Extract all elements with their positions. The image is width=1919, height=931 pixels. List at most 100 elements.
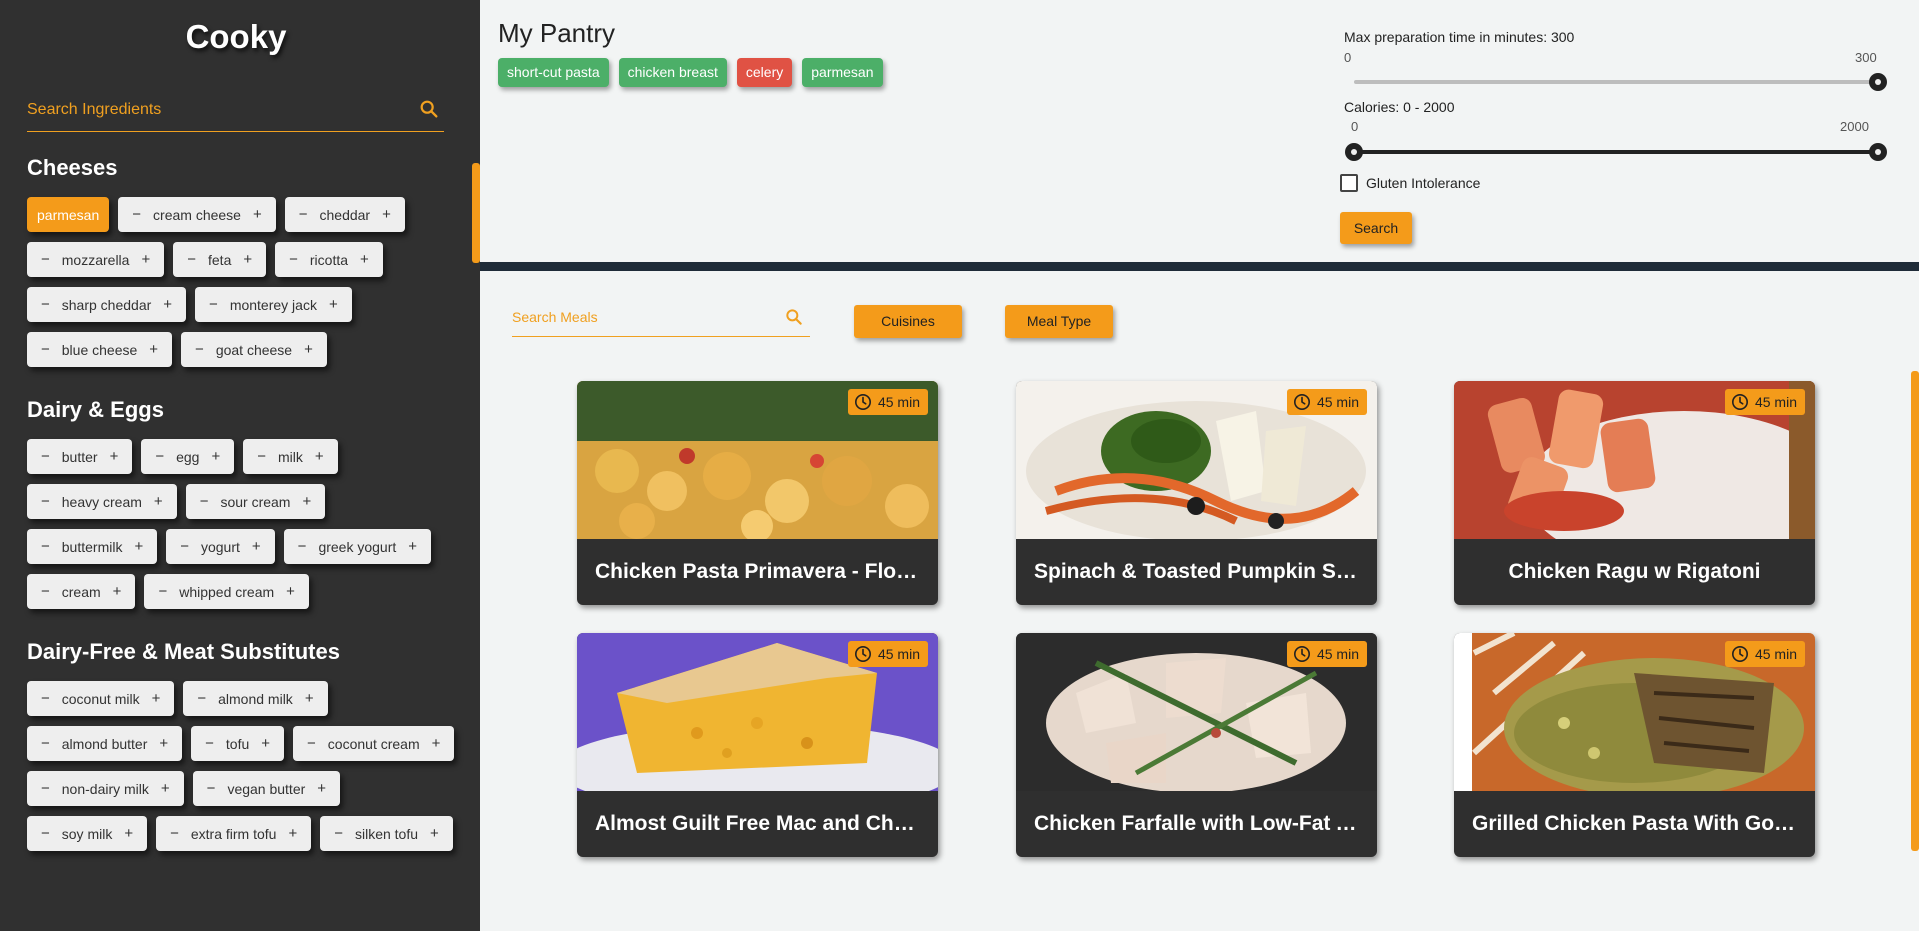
meal-card[interactable]: 45 min Spinach & Toasted Pumpkin Se… [1016, 381, 1377, 605]
plus-icon[interactable]: + [257, 735, 274, 752]
ingredient-chip-sour-cream[interactable]: − sour cream + [185, 484, 326, 519]
ingredient-chip-monterey-jack[interactable]: − monterey jack + [195, 287, 352, 322]
search-button[interactable]: Search [1340, 212, 1412, 244]
minus-icon[interactable]: − [37, 341, 54, 358]
calories-slider[interactable] [1345, 143, 1887, 161]
max-prep-slider[interactable] [1354, 73, 1887, 91]
minus-icon[interactable]: − [154, 583, 171, 600]
ingredient-chip-silken-tofu[interactable]: − silken tofu + [320, 816, 453, 851]
minus-icon[interactable]: − [128, 206, 145, 223]
plus-icon[interactable]: + [298, 493, 315, 510]
cuisines-button[interactable]: Cuisines [854, 305, 962, 338]
sidebar-scrollbar[interactable] [472, 163, 480, 263]
minus-icon[interactable]: − [37, 251, 54, 268]
plus-icon[interactable]: + [249, 206, 266, 223]
pantry-tag-short-cut-pasta[interactable]: short-cut pasta [498, 58, 609, 87]
ingredient-chip-almond-milk[interactable]: − almond milk + [183, 681, 328, 716]
ingredient-chip-cream-cheese[interactable]: − cream cheese + [118, 197, 276, 232]
plus-icon[interactable]: + [130, 538, 147, 555]
minus-icon[interactable]: − [37, 493, 54, 510]
plus-icon[interactable]: + [159, 296, 176, 313]
ingredient-chip-milk[interactable]: − milk + [243, 439, 338, 474]
meal-search-input[interactable]: Search Meals [512, 301, 810, 337]
gluten-intolerance-checkbox[interactable]: Gluten Intolerance [1340, 174, 1480, 192]
minus-icon[interactable]: − [37, 690, 54, 707]
minus-icon[interactable]: − [166, 825, 183, 842]
calories-max-thumb[interactable] [1869, 143, 1887, 161]
minus-icon[interactable]: − [183, 251, 200, 268]
minus-icon[interactable]: − [37, 825, 54, 842]
ingredient-chip-ricotta[interactable]: − ricotta + [275, 242, 383, 277]
minus-icon[interactable]: − [203, 780, 220, 797]
plus-icon[interactable]: + [248, 538, 265, 555]
ingredient-chip-cream[interactable]: − cream + [27, 574, 136, 609]
ingredient-chip-sharp-cheddar[interactable]: − sharp cheddar + [27, 287, 187, 322]
minus-icon[interactable]: − [201, 735, 218, 752]
ingredient-chip-greek-yogurt[interactable]: − greek yogurt + [283, 529, 432, 564]
plus-icon[interactable]: + [155, 735, 172, 752]
plus-icon[interactable]: + [284, 825, 301, 842]
ingredient-chip-buttermilk[interactable]: − buttermilk + [27, 529, 158, 564]
minus-icon[interactable]: − [37, 735, 54, 752]
minus-icon[interactable]: − [176, 538, 193, 555]
meal-card[interactable]: 45 min Chicken Ragu w Rigatoni [1454, 381, 1815, 605]
minus-icon[interactable]: − [37, 448, 54, 465]
plus-icon[interactable]: + [378, 206, 395, 223]
calories-min-thumb[interactable] [1345, 143, 1363, 161]
plus-icon[interactable]: + [325, 296, 342, 313]
plus-icon[interactable]: + [301, 690, 318, 707]
ingredient-chip-tofu[interactable]: − tofu + [191, 726, 285, 761]
minus-icon[interactable]: − [303, 735, 320, 752]
plus-icon[interactable]: + [282, 583, 299, 600]
minus-icon[interactable]: − [37, 296, 54, 313]
plus-icon[interactable]: + [148, 690, 165, 707]
minus-icon[interactable]: − [37, 538, 54, 555]
minus-icon[interactable]: − [285, 251, 302, 268]
minus-icon[interactable]: − [196, 493, 213, 510]
meal-card[interactable]: 45 min Grilled Chicken Pasta With Gorg… [1454, 633, 1815, 857]
minus-icon[interactable]: − [205, 296, 222, 313]
meal-card[interactable]: 45 min Chicken Farfalle with Low-Fat A… [1016, 633, 1377, 857]
meal-card[interactable]: 45 min Almost Guilt Free Mac and Che… [577, 633, 938, 857]
minus-icon[interactable]: − [294, 538, 311, 555]
plus-icon[interactable]: + [239, 251, 256, 268]
ingredient-chip-egg[interactable]: − egg + [141, 439, 235, 474]
ingredient-chip-whipped-cream[interactable]: − whipped cream + [144, 574, 309, 609]
ingredient-chip-non-dairy-milk[interactable]: − non-dairy milk + [27, 771, 184, 806]
checkbox-box[interactable] [1340, 174, 1358, 192]
ingredient-chip-butter[interactable]: − butter + [27, 439, 133, 474]
plus-icon[interactable]: + [207, 448, 224, 465]
ingredient-chip-blue-cheese[interactable]: − blue cheese + [27, 332, 173, 367]
minus-icon[interactable]: − [253, 448, 270, 465]
ingredient-chip-goat-cheese[interactable]: − goat cheese + [181, 332, 327, 367]
plus-icon[interactable]: + [150, 493, 167, 510]
plus-icon[interactable]: + [426, 825, 443, 842]
ingredient-chip-almond-butter[interactable]: − almond butter + [27, 726, 183, 761]
pantry-tag-celery[interactable]: celery [736, 58, 793, 87]
plus-icon[interactable]: + [120, 825, 137, 842]
minus-icon[interactable]: − [37, 780, 54, 797]
ingredient-chip-vegan-butter[interactable]: − vegan butter + [192, 771, 341, 806]
search-icon[interactable] [784, 307, 804, 327]
ingredient-chip-yogurt[interactable]: − yogurt + [166, 529, 275, 564]
search-icon[interactable] [418, 98, 440, 120]
meal-card[interactable]: 45 min Chicken Pasta Primavera - Flow… [577, 381, 938, 605]
plus-icon[interactable]: + [313, 780, 330, 797]
plus-icon[interactable]: + [300, 341, 317, 358]
ingredient-chip-feta[interactable]: − feta + [173, 242, 267, 277]
minus-icon[interactable]: − [295, 206, 312, 223]
ingredient-chip-extra-firm-tofu[interactable]: − extra firm tofu + [156, 816, 312, 851]
minus-icon[interactable]: − [193, 690, 210, 707]
minus-icon[interactable]: − [151, 448, 168, 465]
plus-icon[interactable]: + [356, 251, 373, 268]
plus-icon[interactable]: + [106, 448, 123, 465]
ingredient-chip-parmesan[interactable]: parmesan [27, 197, 110, 232]
minus-icon[interactable]: − [191, 341, 208, 358]
max-prep-thumb[interactable] [1869, 73, 1887, 91]
plus-icon[interactable]: + [404, 538, 421, 555]
ingredient-chip-heavy-cream[interactable]: − heavy cream + [27, 484, 177, 519]
ingredient-search-input[interactable]: Search Ingredients [27, 96, 444, 132]
plus-icon[interactable]: + [145, 341, 162, 358]
plus-icon[interactable]: + [157, 780, 174, 797]
ingredient-chip-cheddar[interactable]: − cheddar + [284, 197, 405, 232]
